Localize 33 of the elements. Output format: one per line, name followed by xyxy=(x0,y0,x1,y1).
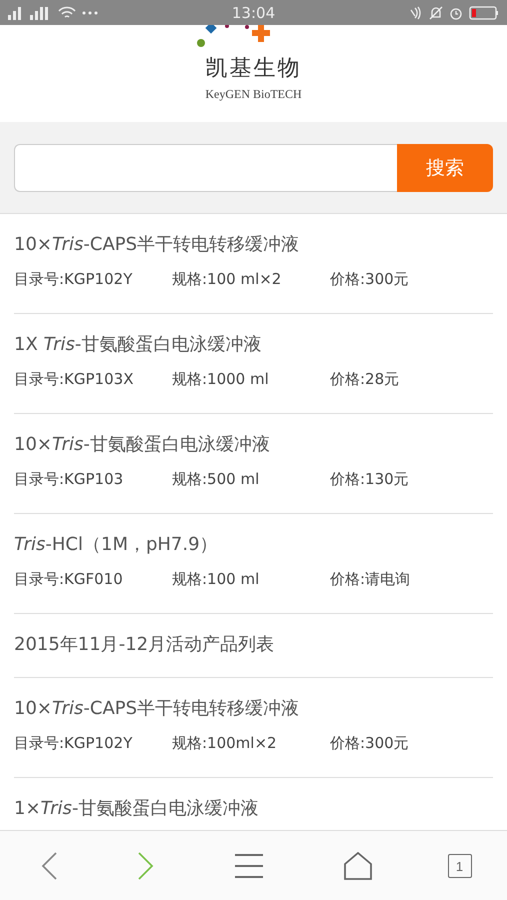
product-title[interactable]: Tris-HCl（1M，pH7.9） xyxy=(14,532,493,556)
section-heading[interactable]: 2015年11月-12月活动产品列表 xyxy=(14,632,493,656)
product-title[interactable]: 1×Tris-甘氨酸蛋白电泳缓冲液 xyxy=(14,796,493,820)
more-icon xyxy=(82,10,98,14)
product-title[interactable]: 10×Tris-CAPS半干转电转移缓冲液 xyxy=(14,232,493,256)
nfc-icon xyxy=(409,6,423,20)
catalog-number: 目录号:KGP103 xyxy=(14,470,124,489)
brand-name: 凯基生物 xyxy=(206,55,302,83)
wifi-icon xyxy=(58,6,76,20)
product-spec: 规格:500 ml xyxy=(172,470,260,489)
product-spec: 规格:100 ml×2 xyxy=(172,270,282,289)
tabs-button[interactable]: 1 xyxy=(448,854,472,878)
battery-icon xyxy=(469,6,499,20)
product-price: 价格:300元 xyxy=(330,270,409,289)
catalog-number: 目录号:KGP103X xyxy=(14,370,134,389)
product-spec: 规格:100 ml xyxy=(172,570,260,589)
product-title[interactable]: 10×Tris-CAPS半干转电转移缓冲液 xyxy=(14,696,493,720)
alarm-icon xyxy=(449,6,463,20)
search-field[interactable] xyxy=(14,144,397,192)
catalog-number: 目录号:KGP102Y xyxy=(14,734,134,753)
product-spec: 规格:1000 ml xyxy=(172,370,270,389)
product-price: 价格:130元 xyxy=(330,470,409,489)
status-time: 13:04 xyxy=(232,4,276,22)
product-spec: 规格:100ml×2 xyxy=(172,734,278,753)
product-price: 价格:请电询 xyxy=(330,570,410,589)
catalog-number: 目录号:KGP102Y xyxy=(14,270,134,289)
product-title[interactable]: 1X Tris-甘氨酸蛋白电泳缓冲液 xyxy=(14,332,493,356)
product-price: 价格:300元 xyxy=(330,734,409,753)
product-title[interactable]: 10×Tris-甘氨酸蛋白电泳缓冲液 xyxy=(14,432,493,456)
product-price: 价格:28元 xyxy=(330,370,400,389)
catalog-number: 目录号:KGF010 xyxy=(14,570,124,589)
bell-icon xyxy=(429,6,443,20)
brand-tagline: KeyGEN BioTECH xyxy=(205,87,302,102)
